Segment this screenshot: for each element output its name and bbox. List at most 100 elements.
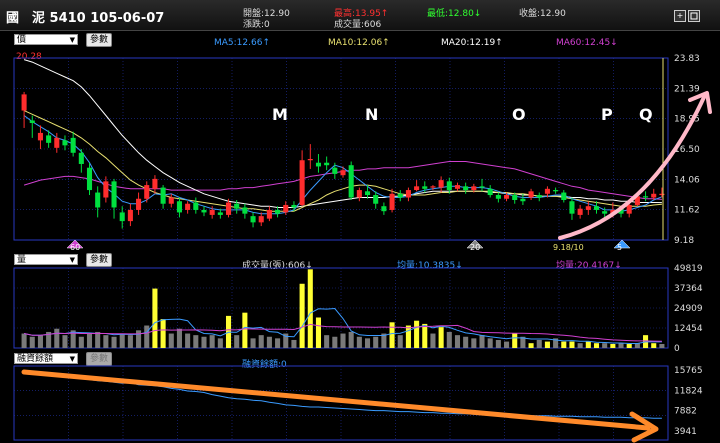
volume-bar (528, 343, 534, 348)
candle-body (46, 135, 52, 143)
volume-bar (136, 330, 142, 348)
candle-body (144, 185, 150, 199)
candle-body (356, 190, 362, 198)
marker-5-label: 5 (617, 243, 622, 252)
candle-body (234, 203, 240, 209)
candle-body (332, 167, 338, 174)
volume-bar (495, 339, 501, 348)
candle-body (659, 193, 665, 196)
margin-tick-label: 15765 (674, 366, 703, 376)
wave-letter: P (601, 105, 613, 124)
volume-bar (585, 341, 591, 348)
candle-body (217, 212, 223, 215)
volume-bar (193, 335, 199, 348)
candle-body (512, 195, 518, 200)
candle-body (152, 178, 158, 189)
volume-bar (536, 339, 542, 348)
candle-body (21, 94, 27, 111)
candle-body (593, 206, 600, 210)
candle-body (504, 195, 510, 199)
volume-bar (29, 336, 35, 348)
candle-body (283, 204, 289, 213)
volume-bar (373, 336, 379, 348)
candle-body (495, 195, 501, 199)
candle-body (299, 160, 305, 205)
candle-body (373, 195, 379, 204)
candle-body (95, 192, 101, 208)
volume-bar (569, 341, 575, 348)
volume-bar (479, 335, 485, 348)
candle-body (536, 195, 542, 198)
volume-bar (185, 333, 191, 348)
volume-bar (340, 333, 346, 348)
volume-tick-label: 24909 (674, 304, 703, 314)
candle-body (430, 186, 436, 188)
volume-bar (504, 341, 510, 348)
candle-body (364, 191, 371, 196)
stock-chart: 23.8321.3918.9516.5014.0611.629.18498193… (13, 54, 712, 443)
candle-body (315, 162, 322, 167)
volume-bar (266, 336, 272, 348)
volume-bar (242, 312, 248, 348)
candle-body (29, 120, 35, 123)
candle-body (479, 186, 485, 188)
candle-body (119, 212, 125, 222)
candle-body (381, 206, 387, 212)
volume-bar (103, 335, 109, 348)
ma20-line (23, 59, 662, 208)
wave-letter: M (272, 105, 288, 124)
volume-bar (315, 317, 322, 348)
candle-body (340, 170, 346, 176)
volume-bar (258, 335, 264, 348)
volume-bar (405, 325, 411, 348)
volume-tick-label: 12454 (674, 324, 703, 334)
candle-body (544, 188, 550, 194)
candle-body (446, 181, 452, 191)
candle-body (422, 186, 428, 189)
candle-body (438, 180, 444, 188)
candle-body (602, 211, 608, 214)
wave-letter: O (512, 105, 526, 124)
volume-bar (618, 343, 624, 348)
volume-bar (610, 343, 616, 348)
moving-average-lines (23, 59, 663, 215)
candle-body (487, 188, 493, 196)
candle-body (209, 209, 215, 215)
volume-bar (389, 322, 395, 348)
volume-bar (168, 333, 174, 348)
candle-body (225, 202, 232, 215)
candle-body (250, 216, 256, 223)
marker-20-label: 20 (470, 243, 480, 252)
volume-bar (364, 338, 371, 348)
volume-bar (201, 336, 207, 348)
price-tick-label: 9.18 (674, 236, 694, 246)
candle-body (569, 201, 575, 214)
candle-body (463, 186, 469, 191)
volume-tick-label: 37364 (674, 284, 703, 294)
candle-body (258, 216, 264, 223)
candle-body (397, 193, 403, 198)
volume-bar (414, 320, 420, 348)
wave-letter: N (365, 105, 378, 124)
volume-bar (119, 333, 125, 348)
candle-body (37, 132, 43, 141)
volume-bar (299, 283, 305, 348)
candle-body (136, 198, 142, 210)
volume-bar (561, 341, 567, 348)
volume-bar (659, 343, 665, 348)
volume-bar (324, 335, 330, 348)
orange-arrow-shaft (21, 369, 651, 431)
price-tick-label: 11.62 (674, 206, 700, 216)
volume-bar (275, 338, 281, 348)
volume-bar (160, 319, 166, 348)
volume-bar (422, 323, 428, 348)
volume-bar (348, 331, 354, 348)
volume-bar (234, 335, 240, 348)
candle-body (643, 196, 649, 198)
wave-letter: Q (639, 105, 653, 124)
volume-bar (454, 335, 461, 348)
candle-body (103, 181, 109, 198)
candle-body (528, 191, 534, 198)
candle-body (242, 207, 248, 214)
volume-bar (544, 341, 550, 348)
